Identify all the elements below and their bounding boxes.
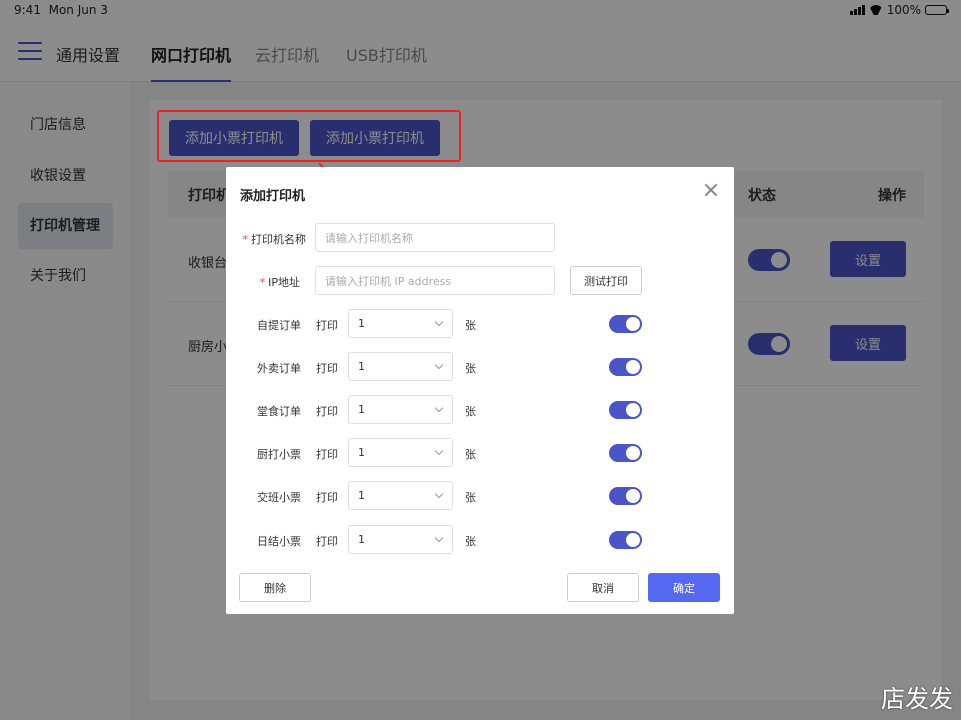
printer-name-label: * 打印机名称 xyxy=(242,233,307,246)
print-toggle[interactable] xyxy=(609,401,642,419)
print-toggle[interactable] xyxy=(609,487,642,505)
chevron-down-icon xyxy=(434,489,444,499)
chevron-down-icon xyxy=(434,360,444,370)
printer-name-input[interactable]: 请输入打印机名称 xyxy=(315,223,555,252)
test-print-button[interactable]: 测试打印 xyxy=(570,266,642,295)
print-row-delivery: 外卖订单 打印 1 张 xyxy=(226,352,734,382)
add-printer-dialog: 添加打印机 * 打印机名称 请输入打印机名称 * IP地址 请输入打印机 IP ad… xyxy=(226,167,734,614)
annotation-highlight-box xyxy=(157,110,461,162)
chevron-down-icon xyxy=(434,317,444,327)
print-toggle[interactable] xyxy=(609,358,642,376)
chevron-down-icon xyxy=(434,403,444,413)
copies-select[interactable]: 1 xyxy=(348,438,453,467)
print-row-daily: 日结小票 打印 1 张 xyxy=(226,525,734,555)
copies-select[interactable]: 1 xyxy=(348,481,453,510)
chevron-down-icon xyxy=(434,446,444,456)
ip-address-label: * IP地址 xyxy=(259,276,300,289)
copies-select[interactable]: 1 xyxy=(348,352,453,381)
print-toggle[interactable] xyxy=(609,444,642,462)
confirm-button[interactable]: 确定 xyxy=(648,573,720,602)
chevron-down-icon xyxy=(434,533,444,543)
print-toggle[interactable] xyxy=(609,531,642,549)
copies-select[interactable]: 1 xyxy=(348,395,453,424)
dialog-title: 添加打印机 xyxy=(240,189,306,204)
print-row-pickup: 自提订单 打印 1 张 xyxy=(226,309,734,339)
print-row-dine-in: 堂食订单 打印 1 张 xyxy=(226,395,734,425)
cancel-button[interactable]: 取消 xyxy=(567,573,639,602)
print-row-shift: 交班小票 打印 1 张 xyxy=(226,481,734,511)
copies-select[interactable]: 1 xyxy=(348,309,453,338)
ip-address-input[interactable]: 请输入打印机 IP address xyxy=(315,266,555,295)
print-row-kitchen: 厨打小票 打印 1 张 xyxy=(226,438,734,468)
close-icon[interactable] xyxy=(704,183,718,197)
watermark-logo: 店发发 xyxy=(881,685,953,713)
copies-select[interactable]: 1 xyxy=(348,525,453,554)
print-toggle[interactable] xyxy=(609,315,642,333)
delete-button[interactable]: 删除 xyxy=(239,573,311,602)
